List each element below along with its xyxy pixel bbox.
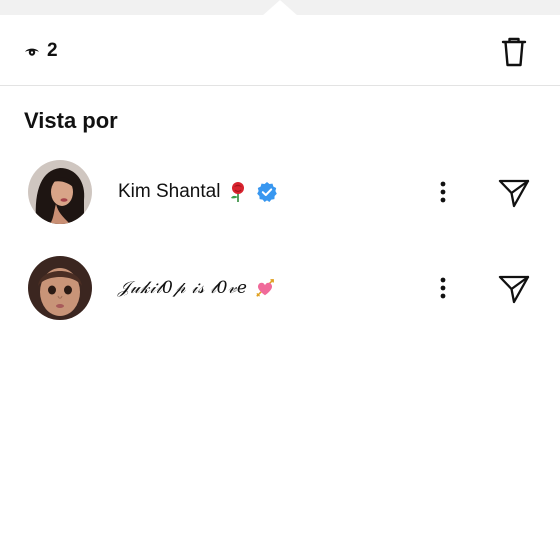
section-title: Vista por [24,108,118,133]
profile-photo [28,256,92,320]
trash-icon[interactable] [497,34,531,68]
more-vertical-icon[interactable] [432,272,454,304]
viewers-header: 2 [0,15,560,86]
heart-with-arrow-emoji [256,279,275,297]
viewer-name[interactable]: 𝒥𝓊𝓀𝒾𝓁0𝓅 𝒾𝓈 𝓁0𝓋𝑒 [118,274,247,302]
viewer-row[interactable]: 𝒥𝓊𝓀𝒾𝓁0𝓅 𝒾𝓈 𝓁0𝓋𝑒 [0,248,560,328]
paper-plane-icon[interactable] [497,273,531,305]
viewer-name-group: 𝒥𝓊𝓀𝒾𝓁0𝓅 𝒾𝓈 𝓁0𝓋𝑒 [118,274,275,302]
avatar[interactable] [28,256,92,320]
viewers-sheet: 2 Vista por Kim Shantal 𝒥𝓊𝓀𝒾𝓁0𝓅 𝒾𝓈 𝓁0𝓋𝑒 [0,15,560,560]
view-count-number: 2 [47,40,58,61]
profile-photo [28,160,92,224]
avatar[interactable] [28,160,92,224]
rose-emoji [231,182,245,202]
more-vertical-icon[interactable] [432,176,454,208]
verified-badge-icon [257,182,278,202]
viewer-name-group: Kim Shantal [118,178,278,206]
paper-plane-icon[interactable] [497,177,531,209]
top-strip [0,0,560,16]
viewer-name[interactable]: Kim Shantal [118,178,220,206]
eye-icon [25,48,39,56]
viewer-row[interactable]: Kim Shantal [0,152,560,232]
view-count: 2 [24,39,58,63]
sheet-pointer [262,0,298,16]
